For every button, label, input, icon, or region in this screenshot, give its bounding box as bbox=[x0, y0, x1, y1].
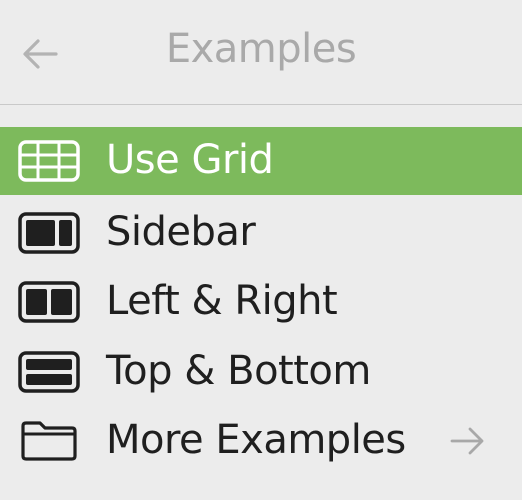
menu-item-label: More Examples bbox=[106, 417, 406, 463]
menu-title: Examples bbox=[165, 26, 357, 72]
folder-icon bbox=[21, 421, 77, 461]
menu-item-left-right[interactable]: Left & Right bbox=[0, 268, 522, 336]
sidebar-layout-icon bbox=[18, 212, 80, 254]
header-divider bbox=[0, 104, 522, 105]
menu-item-label: Sidebar bbox=[106, 209, 256, 255]
menu-item-sidebar[interactable]: Sidebar bbox=[0, 199, 522, 267]
examples-menu: Examples Use Grid Sidebar Left & Right T… bbox=[0, 0, 522, 500]
top-bottom-layout-icon bbox=[18, 351, 80, 393]
left-right-layout-icon bbox=[18, 281, 80, 323]
menu-item-label: Top & Bottom bbox=[106, 348, 371, 394]
grid-icon bbox=[18, 140, 80, 182]
menu-item-more-examples[interactable]: More Examples bbox=[0, 407, 522, 475]
menu-header: Examples bbox=[0, 0, 522, 105]
menu-item-label: Left & Right bbox=[106, 278, 338, 324]
menu-item-label: Use Grid bbox=[106, 137, 274, 183]
menu-item-use-grid[interactable]: Use Grid bbox=[0, 127, 522, 195]
menu-item-top-bottom[interactable]: Top & Bottom bbox=[0, 338, 522, 406]
arrow-right-icon bbox=[450, 427, 484, 455]
